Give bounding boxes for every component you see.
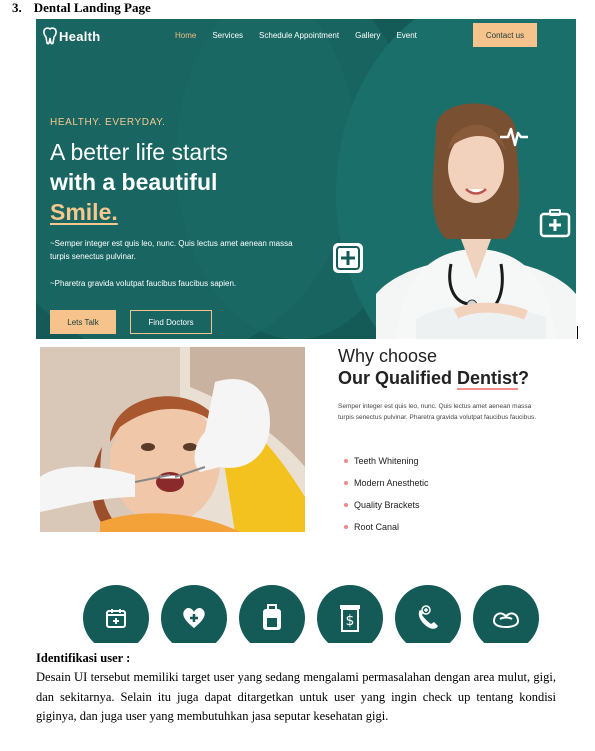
lets-talk-button[interactable]: Lets Talk — [50, 310, 116, 334]
dental-checkup-photo — [40, 347, 305, 532]
headline-line-1: A better life starts — [50, 139, 228, 165]
heading-number: 3. — [12, 0, 22, 15]
tooth-logo-icon — [43, 27, 57, 45]
contact-us-button[interactable]: Contact us — [473, 23, 537, 47]
headline-line-3: Smile. — [50, 199, 118, 225]
phone-icon[interactable] — [395, 585, 461, 643]
heart-plus-icon[interactable] — [161, 585, 227, 643]
calendar-glyph — [106, 609, 126, 628]
nav-services[interactable]: Services — [212, 31, 243, 40]
first-aid-kit-icon — [539, 209, 571, 238]
feature-label: Root Canal — [354, 522, 400, 532]
heartbeat-icon — [500, 127, 528, 147]
bill-icon[interactable]: $ — [317, 585, 383, 643]
main-nav: Home Services Schedule Appointment Galle… — [175, 31, 433, 40]
bill-glyph: $ — [340, 605, 360, 632]
hero-description-2: ~Pharetra gravida volutpat faucibus fauc… — [50, 279, 237, 288]
nav-home[interactable]: Home — [175, 31, 196, 40]
list-item: Teeth Whitening — [344, 450, 429, 472]
services-row: $ — [70, 585, 560, 643]
medical-kit-icon[interactable] — [239, 585, 305, 643]
nav-gallery[interactable]: Gallery — [355, 31, 380, 40]
list-item: Root Canal — [344, 516, 429, 538]
why-description: Semper integer est quis leo, nunc. Quis … — [338, 403, 537, 421]
hero-headline: A better life starts with a beautiful Sm… — [50, 137, 228, 227]
medical-box-icon — [333, 243, 363, 273]
find-doctors-button[interactable]: Find Doctors — [130, 310, 212, 334]
hands-glyph — [492, 612, 520, 629]
identification-body: Desain UI tersebut memiliki target user … — [36, 670, 556, 723]
kit-glyph — [263, 604, 281, 630]
why-title-highlight: Dentist — [457, 368, 519, 390]
svg-text:$: $ — [346, 613, 355, 629]
bullet-dot — [344, 503, 348, 507]
text-cursor — [577, 326, 578, 339]
feature-label: Teeth Whitening — [354, 456, 419, 466]
bullet-dot — [344, 459, 348, 463]
why-title-suffix: ? — [518, 368, 530, 388]
feature-label: Quality Brackets — [354, 500, 420, 510]
heart-glyph — [183, 608, 205, 628]
bullet-dot — [344, 481, 348, 485]
logo[interactable]: Health — [42, 27, 101, 45]
hero-description-1: ~Semper integer est quis leo, nunc. Quis… — [50, 239, 293, 261]
why-title-prefix: Our Qualified — [338, 368, 458, 388]
document-heading: 3. Dental Landing Page — [12, 0, 151, 16]
nav-event[interactable]: Event — [396, 31, 416, 40]
identification-title: Identifikasi user : — [36, 651, 131, 665]
feature-list: Teeth Whitening Modern Anesthetic Qualit… — [344, 450, 429, 538]
hero-eyebrow: HEALTHY. EVERYDAY. — [50, 117, 166, 128]
feature-label: Modern Anesthetic — [354, 478, 429, 488]
calendar-plus-icon[interactable] — [83, 585, 149, 643]
why-title-line-1: Why choose — [338, 346, 438, 366]
heading-title: Dental Landing Page — [33, 0, 151, 15]
handshake-icon[interactable] — [473, 585, 539, 643]
hero-section: Health Home Services Schedule Appointmen… — [36, 19, 576, 339]
phone-glyph — [418, 605, 438, 629]
why-title-line-2: Our Qualified Dentist? — [338, 368, 530, 390]
list-item: Modern Anesthetic — [344, 472, 429, 494]
nav-schedule-appointment[interactable]: Schedule Appointment — [259, 31, 339, 40]
logo-text: Health — [59, 28, 101, 44]
list-item: Quality Brackets — [344, 494, 429, 516]
bullet-dot — [344, 525, 348, 529]
headline-line-2: with a beautiful — [50, 169, 218, 195]
